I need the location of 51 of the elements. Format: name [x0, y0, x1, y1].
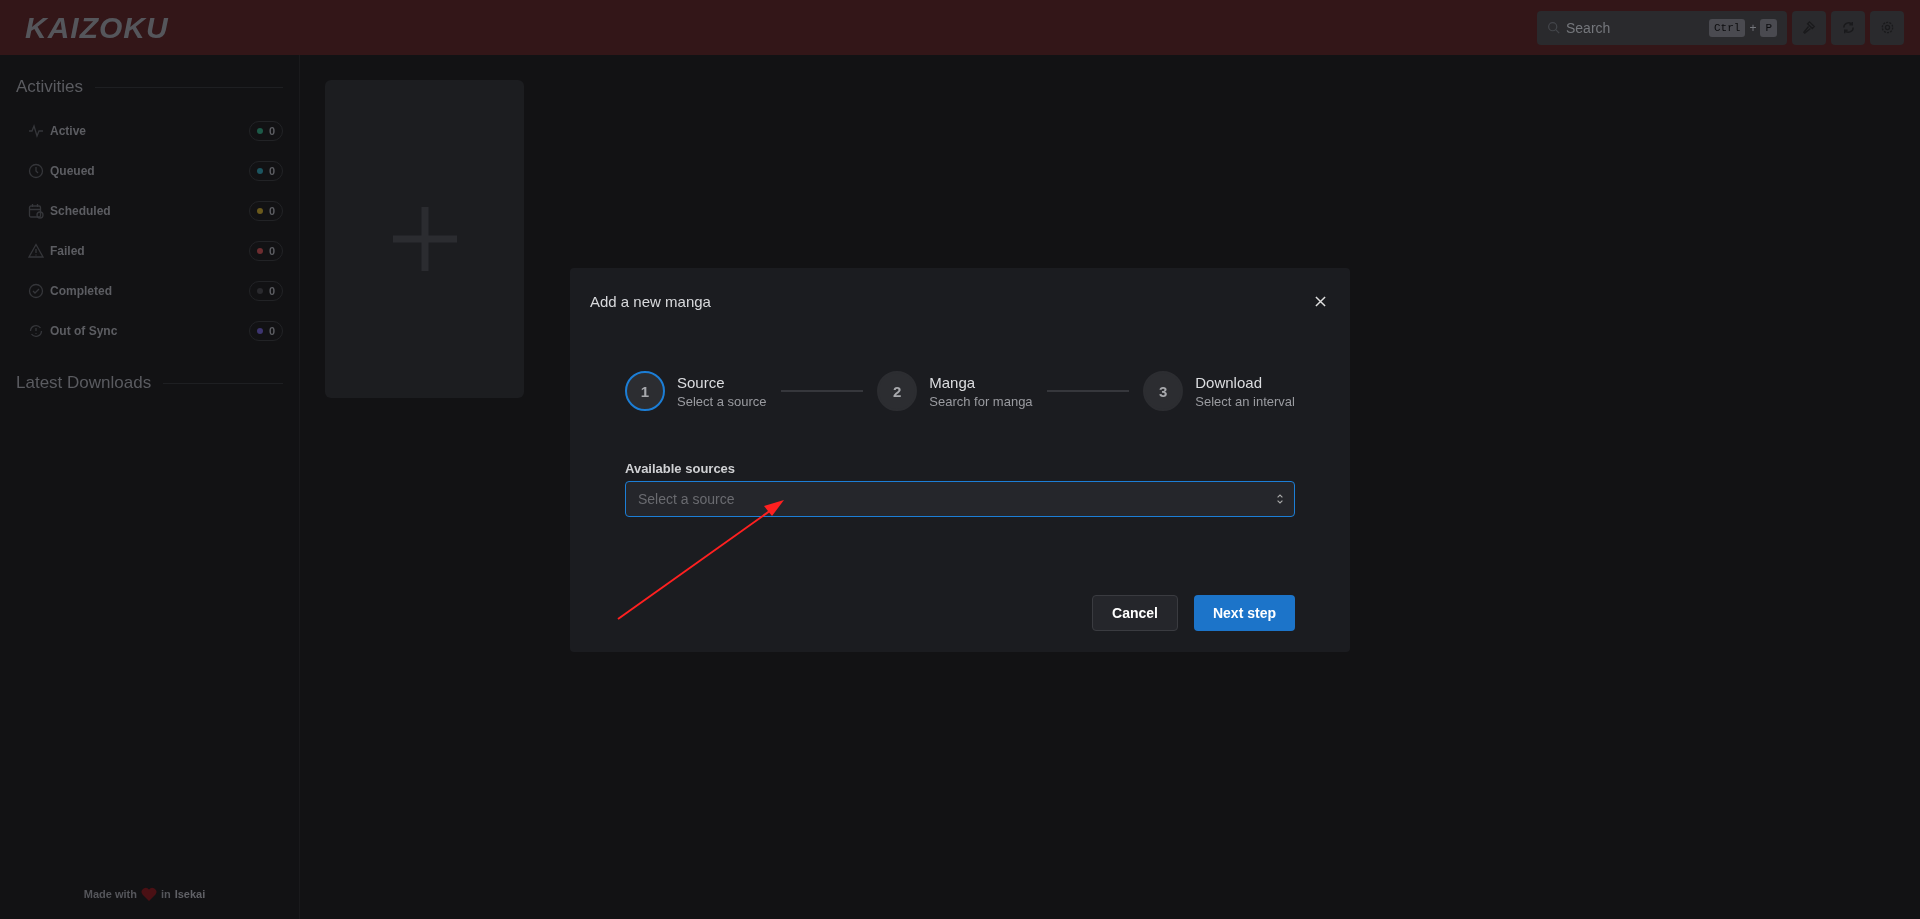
count: 0	[268, 245, 275, 257]
hammer-button[interactable]	[1792, 10, 1826, 45]
clock-icon	[28, 163, 44, 179]
count: 0	[268, 125, 275, 137]
search-field[interactable]: Search	[1564, 18, 1705, 37]
activity-item[interactable]: Scheduled 0	[28, 199, 283, 223]
sync-icon	[28, 323, 44, 339]
close-icon	[1315, 296, 1326, 307]
next-step-button[interactable]: Next step	[1193, 595, 1295, 631]
footer-link[interactable]: Isekai	[174, 888, 206, 900]
section-title: Latest Downloads	[16, 373, 152, 393]
activity-item[interactable]: Failed 0	[28, 239, 283, 263]
dialog-title: Add a new manga	[590, 293, 711, 310]
activity-item[interactable]: Completed 0	[28, 279, 283, 303]
activity-item[interactable]: Active 0	[28, 119, 283, 143]
settings-button[interactable]	[1870, 10, 1904, 45]
keyboard-key: P	[1760, 18, 1777, 37]
search-icon	[1547, 21, 1560, 34]
activity-item[interactable]: Out of Sync 0	[28, 319, 283, 343]
calendar-icon	[28, 203, 44, 219]
cancel-button[interactable]: Cancel	[1092, 595, 1178, 631]
activity-item[interactable]: Queued 0	[28, 159, 283, 183]
heart-icon	[140, 887, 157, 901]
field-label: Available sources	[625, 461, 737, 476]
logo: KAIZOKU	[25, 10, 169, 45]
section-title: Activities	[16, 77, 84, 97]
count: 0	[268, 205, 275, 217]
step-number: 2	[877, 371, 918, 411]
count: 0	[268, 285, 275, 297]
footer-text: in	[160, 888, 171, 900]
pulse-icon	[28, 123, 44, 139]
step-label: Source	[677, 373, 726, 391]
count: 0	[268, 325, 275, 337]
chevron-icon	[1276, 493, 1284, 505]
step-number: 3	[1143, 371, 1184, 411]
step-description: Search for manga	[929, 393, 1033, 409]
source-select[interactable]: Select a source	[625, 481, 1295, 517]
search-bar[interactable]: Search Ctrl + P	[1537, 10, 1787, 45]
step-label: Manga	[929, 373, 977, 391]
sync-button[interactable]	[1831, 10, 1865, 45]
keyboard-key: Ctrl	[1708, 18, 1746, 37]
add-manga-card[interactable]	[325, 80, 524, 398]
footer-text: Made with	[83, 888, 137, 900]
key-separator: +	[1749, 20, 1757, 35]
warning-icon	[28, 243, 44, 259]
count: 0	[268, 165, 275, 177]
step-label: Download	[1195, 373, 1263, 391]
step-description: Select a source	[677, 393, 767, 409]
step-description: Select an interval	[1195, 393, 1295, 409]
step-number: 1	[625, 371, 665, 411]
check-circle-icon	[28, 283, 44, 299]
